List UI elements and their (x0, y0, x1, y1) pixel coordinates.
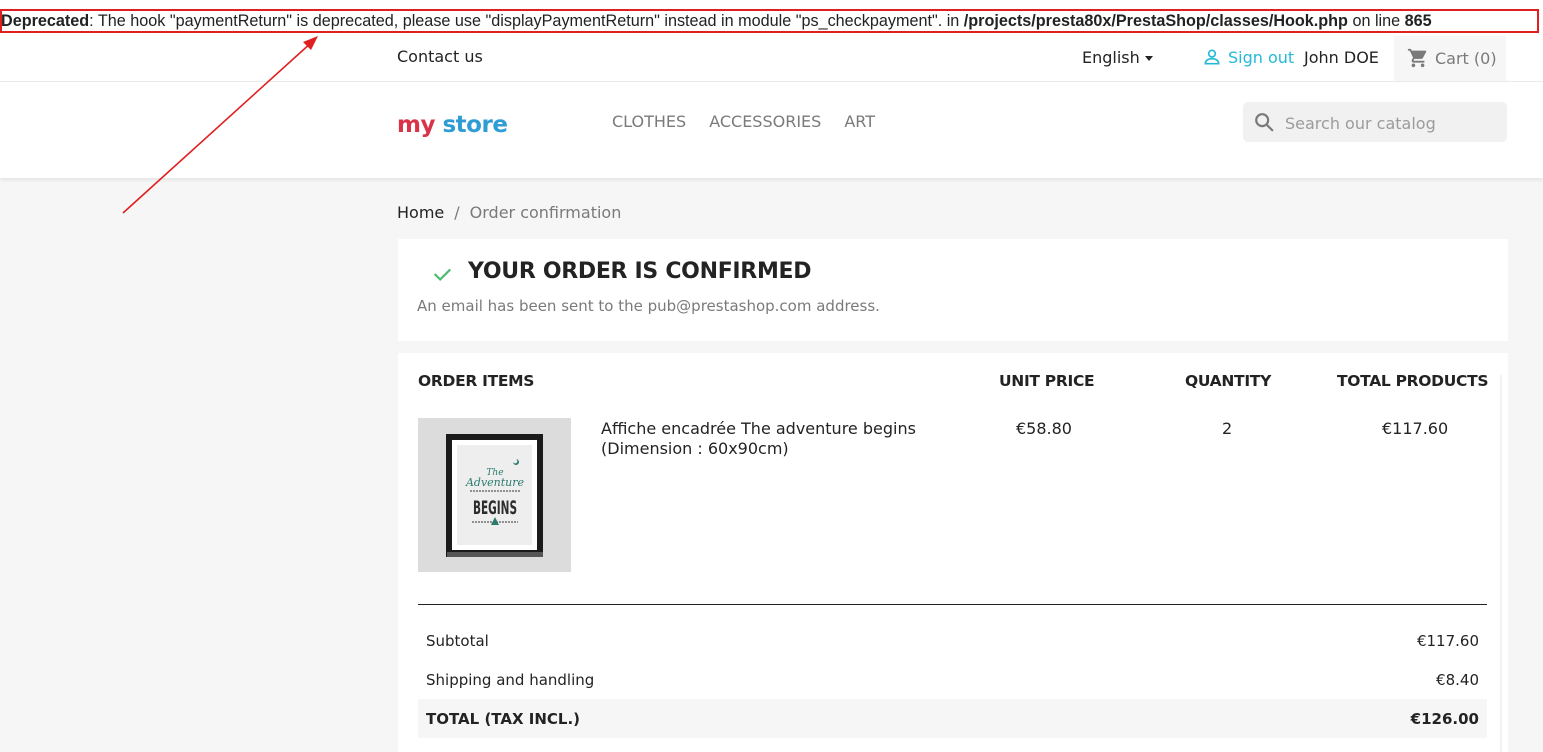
confirmation-title: YOUR ORDER IS CONFIRMED (468, 259, 812, 284)
sign-out-label: Sign out (1228, 47, 1295, 67)
totals-divider (418, 604, 1487, 605)
store-logo[interactable]: my store (397, 112, 508, 138)
subtotal-row: Subtotal €117.60 (418, 621, 1487, 660)
menu-item-art[interactable]: ART (844, 112, 875, 131)
breadcrumb-home[interactable]: Home (397, 203, 444, 222)
deprecated-line-number: 865 (1404, 12, 1432, 30)
cart-button[interactable]: Cart (0) (1394, 36, 1506, 81)
svg-text:BEGINS: BEGINS (473, 497, 517, 519)
subtotal-value: €117.60 (1416, 632, 1479, 650)
checkmark-icon (433, 268, 452, 282)
product-image: The Adventure BEGINS (418, 418, 571, 572)
total-row: TOTAL (TAX INCL.) €126.00 (418, 699, 1487, 738)
deprecated-label: Deprecated (1, 12, 90, 30)
subtotal-label: Subtotal (426, 632, 489, 650)
product-unit-price: €58.80 (1016, 419, 1072, 438)
confirmation-message: An email has been sent to the pub@presta… (417, 297, 880, 315)
language-selector[interactable]: English (1082, 48, 1153, 67)
product-total: €117.60 (1382, 419, 1449, 438)
search-icon[interactable] (1253, 111, 1275, 133)
total-value: €126.00 (1410, 710, 1479, 728)
shipping-label: Shipping and handling (426, 671, 595, 689)
main-menu: CLOTHES ACCESSORIES ART (612, 112, 875, 131)
breadcrumb: Home / Order confirmation (397, 203, 621, 222)
deprecated-text: : The hook "paymentReturn" is deprecated… (89, 12, 964, 30)
column-header-order-items: ORDER ITEMS (418, 372, 535, 390)
column-header-quantity: QUANTITY (1185, 372, 1271, 390)
product-quantity: 2 (1222, 419, 1233, 438)
deprecated-file: /projects/presta80x/PrestaShop/classes/H… (963, 12, 1348, 30)
contact-us-link[interactable]: Contact us (397, 47, 483, 66)
column-header-unit-price: UNIT PRICE (999, 372, 1095, 390)
column-header-total-products: TOTAL PRODUCTS (1337, 372, 1489, 390)
menu-item-accessories[interactable]: ACCESSORIES (709, 112, 821, 131)
menu-item-clothes[interactable]: CLOTHES (612, 112, 686, 131)
deprecation-notice: Deprecated: The hook "paymentReturn" is … (0, 0, 1543, 36)
order-details-card: ORDER ITEMS UNIT PRICE QUANTITY TOTAL PR… (398, 353, 1508, 752)
search-widget (1243, 102, 1507, 142)
svg-text:Adventure: Adventure (465, 476, 525, 489)
order-confirmation-card: YOUR ORDER IS CONFIRMED An email has bee… (398, 239, 1508, 341)
logo-word-my: my (397, 112, 435, 138)
user-icon (1204, 49, 1220, 65)
caret-down-icon (1144, 56, 1153, 61)
deprecated-line-text: on line (1347, 12, 1405, 30)
breadcrumb-current: Order confirmation (469, 203, 622, 222)
language-label: English (1082, 48, 1140, 67)
scroll-edge (1500, 375, 1502, 752)
cart-icon (1407, 48, 1427, 68)
total-label: TOTAL (TAX INCL.) (426, 710, 581, 728)
shipping-value: €8.40 (1436, 671, 1479, 689)
deprecation-message: Deprecated: The hook "paymentReturn" is … (1, 12, 1432, 31)
sign-out-link[interactable]: Sign out (1202, 47, 1294, 67)
shipping-row: Shipping and handling €8.40 (418, 660, 1487, 699)
product-name-link[interactable]: Affiche encadrée The adventure begins (D… (601, 419, 941, 459)
cart-label: Cart (0) (1435, 48, 1497, 68)
search-input[interactable] (1283, 111, 1502, 135)
user-name[interactable]: John DOE (1304, 48, 1379, 67)
breadcrumb-separator: / (454, 203, 460, 222)
logo-word-store: store (442, 112, 508, 138)
